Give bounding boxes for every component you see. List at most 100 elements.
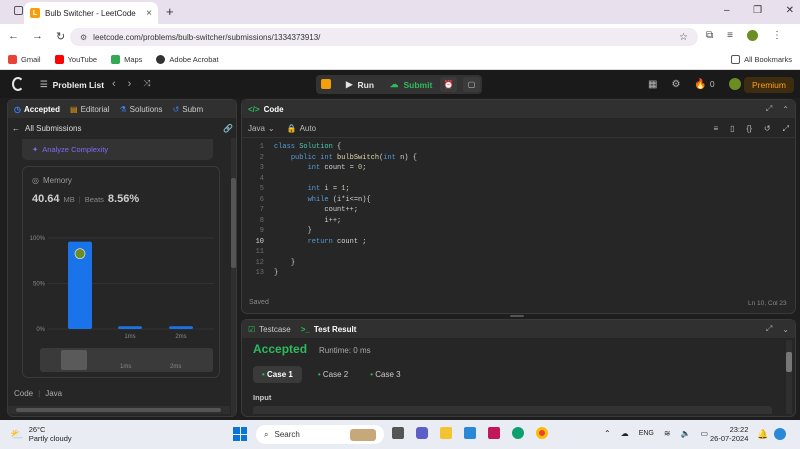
result-scrollbar[interactable] — [786, 340, 792, 414]
forward-icon[interactable]: → — [32, 30, 43, 43]
code-line[interactable]: 9 } — [248, 226, 788, 237]
all-bookmarks[interactable]: All Bookmarks — [731, 55, 792, 64]
chevron-up-icon[interactable]: ⌃ — [604, 429, 611, 438]
photos-icon[interactable] — [488, 427, 500, 439]
restore-icon[interactable]: ❐ — [753, 5, 762, 16]
expand-icon[interactable]: ⤢ — [783, 124, 789, 134]
profile-avatar[interactable] — [746, 30, 758, 41]
format-icon[interactable]: ≡ — [713, 124, 718, 133]
left-hscroll[interactable] — [8, 406, 230, 414]
range-selector[interactable] — [61, 350, 87, 370]
case-3-tab[interactable]: • Case 3 — [364, 366, 406, 383]
timer-button[interactable]: ⏰ — [440, 77, 457, 92]
close-window-icon[interactable]: ✕ — [786, 5, 794, 16]
edge-icon[interactable] — [512, 427, 524, 439]
all-submissions-link[interactable]: ← All Submissions — [12, 124, 81, 133]
submit-button[interactable]: ☁ Submit — [384, 77, 438, 92]
bookmark-gmail[interactable]: Gmail — [8, 55, 41, 64]
left-hscroll-thumb[interactable] — [16, 408, 221, 412]
bookmark-maps[interactable]: Maps — [111, 55, 142, 64]
code-line[interactable]: 6 while (i*i<=n){ — [248, 195, 788, 206]
task-view-icon[interactable] — [392, 427, 404, 439]
chart-bar[interactable] — [169, 326, 193, 329]
tab-submissions[interactable]: ↺ Subm — [173, 105, 204, 114]
code-line[interactable]: 7 count++; — [248, 205, 788, 216]
menu-icon[interactable]: ⋮ — [772, 30, 782, 41]
premium-button[interactable]: Premium — [744, 77, 794, 93]
extensions-icon[interactable]: ⧉ — [706, 30, 713, 41]
panel-resize-handle[interactable] — [510, 315, 524, 317]
taskbar-search[interactable]: ⌕ Search — [256, 425, 384, 444]
braces-icon[interactable]: {} — [747, 124, 752, 133]
auto-mode[interactable]: 🔒 Auto — [287, 124, 316, 133]
volume-icon[interactable]: 🔈 — [681, 429, 691, 438]
new-tab-button[interactable]: + — [166, 4, 174, 19]
tab-search-icon[interactable] — [14, 6, 23, 15]
battery-icon[interactable]: ▭ — [701, 429, 709, 438]
user-avatar[interactable] — [728, 78, 741, 90]
tab-close-button[interactable]: × — [146, 8, 152, 19]
minimize-icon[interactable]: – — [724, 5, 730, 16]
maximize-icon[interactable]: ⤢ — [766, 104, 772, 114]
chrome-icon[interactable] — [536, 427, 548, 439]
leetcode-logo-icon[interactable] — [12, 77, 24, 91]
layout-icon[interactable]: ▦ — [648, 79, 657, 90]
copilot-icon[interactable] — [774, 428, 786, 440]
notes-button[interactable]: ▢ — [463, 77, 480, 92]
code-tab[interactable]: </> Code — [248, 105, 284, 114]
back-icon[interactable]: ← — [8, 30, 19, 43]
store-icon[interactable] — [464, 427, 476, 439]
reload-icon[interactable]: ↻ — [56, 30, 65, 43]
left-scrollbar[interactable] — [231, 138, 236, 416]
run-button[interactable]: ▶ Run — [338, 77, 382, 92]
collapse-icon[interactable]: ⌃ — [782, 105, 789, 114]
wifi-icon[interactable]: ≋ — [664, 429, 671, 438]
bookmark-youtube[interactable]: YouTube — [54, 55, 97, 64]
result-collapse-icon[interactable]: ⌄ — [782, 325, 789, 334]
code-line[interactable]: 12 } — [248, 258, 788, 269]
site-info-icon[interactable]: ⚙ — [80, 33, 87, 42]
bookmark-icon[interactable]: ▯ — [730, 124, 734, 133]
input-box[interactable] — [253, 406, 772, 414]
tab-test-result[interactable]: >_ Test Result — [301, 325, 357, 334]
cloud-icon[interactable]: ☁ — [621, 429, 629, 438]
tab-accepted[interactable]: ◷ Accepted — [14, 105, 60, 114]
tab-testcase[interactable]: ☑ Testcase — [248, 325, 291, 334]
start-button[interactable] — [233, 427, 247, 441]
settings-gear-icon[interactable]: ⚙ — [671, 79, 680, 90]
share-link-icon[interactable]: 🔗 — [223, 124, 233, 133]
notification-icon[interactable]: 🔔 — [757, 429, 768, 440]
next-problem-icon[interactable]: › — [128, 78, 132, 90]
chart-bar[interactable] — [118, 326, 142, 329]
file-explorer-icon[interactable] — [440, 427, 452, 439]
streak-counter[interactable]: 🔥 0 — [694, 79, 714, 90]
browser-tab[interactable]: L Bulb Switcher - LeetCode × — [24, 2, 158, 24]
shuffle-icon[interactable]: ⤨ — [143, 78, 150, 90]
problem-list-button[interactable]: ☰ Problem List — [40, 79, 104, 90]
code-line[interactable]: 8 i++; — [248, 216, 788, 227]
result-scrollbar-thumb[interactable] — [786, 352, 792, 372]
code-line[interactable]: 4 — [248, 174, 788, 185]
weather-widget[interactable]: ⛅ 26°C Partly cloudy — [10, 425, 72, 443]
tab-editorial[interactable]: ▤ Editorial — [70, 105, 109, 114]
teams-icon[interactable] — [416, 427, 428, 439]
mini-range-chart[interactable]: 1ms 2ms — [40, 348, 213, 372]
left-scrollbar-thumb[interactable] — [231, 178, 236, 268]
code-line[interactable]: 5 int i = 1; — [248, 184, 788, 195]
code-line[interactable]: 1 class Solution { — [248, 142, 788, 153]
bookmark-adobe-acrobat[interactable]: Adobe Acrobat — [156, 55, 219, 64]
analyze-complexity-button[interactable]: ✦ Analyze Complexity — [22, 139, 213, 160]
code-line[interactable]: 10 return count ; — [248, 237, 788, 248]
clock[interactable]: 23:22 26-07-2024 — [710, 425, 748, 443]
code-line[interactable]: 13} — [248, 268, 788, 279]
prev-problem-icon[interactable]: ‹ — [112, 78, 116, 90]
case-2-tab[interactable]: • Case 2 — [312, 366, 354, 383]
code-line[interactable]: 11 — [248, 247, 788, 258]
tab-solutions[interactable]: ⚗ Solutions — [119, 105, 162, 114]
case-1-tab[interactable]: • Case 1 — [253, 366, 302, 383]
language-select[interactable]: Java ⌄ — [248, 124, 275, 133]
code-line[interactable]: 2 public int bulbSwitch(int n) { — [248, 153, 788, 164]
debug-icon[interactable] — [321, 79, 331, 89]
url-field[interactable]: ⚙ leetcode.com/problems/bulb-switcher/su… — [70, 28, 698, 46]
input-language[interactable]: ENG — [639, 430, 654, 437]
